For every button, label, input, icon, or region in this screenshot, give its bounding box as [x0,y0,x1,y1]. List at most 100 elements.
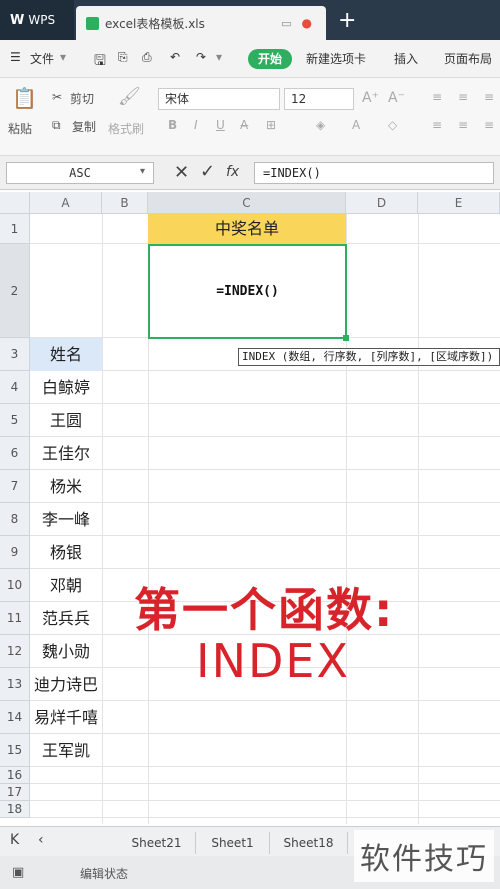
copy-icon[interactable]: ⧉ [52,118,61,133]
print-icon[interactable]: ⎙ [142,50,152,65]
sheet-tab[interactable]: Sheet18 [270,832,348,854]
document-tab-label: excel表格模板.xls [105,16,205,31]
paste-icon[interactable]: 📋 [12,86,37,110]
name-cell[interactable]: 易烊千嘻 [30,701,102,734]
macro-icon[interactable]: ▣ [12,865,24,880]
font-grow-icon[interactable]: A⁺ [362,90,379,106]
font-color-icon[interactable]: A [352,118,360,132]
export-icon[interactable]: ⎘ [118,50,128,65]
row-header-1[interactable]: 1 [0,214,30,244]
insert-function-icon[interactable]: fx [226,164,239,180]
font-size-select[interactable]: 12 [284,88,354,110]
fill-color-icon[interactable]: ◈ [316,118,325,132]
formula-input[interactable]: =INDEX() [254,162,494,184]
align-top-icon[interactable]: ≡ [432,90,442,104]
undo-icon[interactable]: ↶ [170,50,180,64]
row-header-3[interactable]: 3 [0,338,30,371]
name-cell[interactable]: 王军凯 [30,734,102,767]
column-header-a[interactable]: A [30,192,102,214]
row-header-7[interactable]: 7 [0,470,30,503]
row-header-16[interactable]: 16 [0,767,30,784]
name-cell[interactable]: 李一峰 [30,503,102,536]
chevron-down-icon[interactable]: ▾ [60,50,66,64]
name-cell[interactable]: 邓朝 [30,569,102,602]
name-cell[interactable]: 魏小勋 [30,635,102,668]
align-middle-icon[interactable]: ≡ [458,90,468,104]
name-box[interactable]: ASC [6,162,154,184]
cell-c2-active[interactable]: =INDEX() [148,244,347,339]
row-header-9[interactable]: 9 [0,536,30,569]
strikethrough-icon[interactable]: A̶ [240,118,248,132]
sheet-tab[interactable]: Sheet1 [196,832,270,854]
italic-icon[interactable]: I [194,118,198,132]
menu-start[interactable]: 开始 [248,49,292,69]
menu-file[interactable]: 文件 [30,50,54,67]
name-cell[interactable]: 白鲸婷 [30,371,102,404]
font-name-select[interactable]: 宋体 [158,88,280,110]
align-left-icon[interactable]: ≡ [432,118,442,132]
select-all-corner[interactable] [0,192,30,214]
name-cell[interactable]: 杨银 [30,536,102,569]
paste-button[interactable]: 粘贴 [8,120,32,137]
format-painter-icon[interactable]: 🖌 [118,86,141,107]
menu-new-tab[interactable]: 新建选项卡 [306,50,366,67]
chevron-down-icon[interactable]: ▾ [140,166,145,177]
align-bottom-icon[interactable]: ≡ [484,90,494,104]
clear-format-icon[interactable]: ◇ [388,118,397,132]
border-icon[interactable]: ⊞ [266,118,276,132]
first-sheet-icon[interactable]: K [10,832,19,848]
name-cell[interactable]: 杨米 [30,470,102,503]
cell-a3-header[interactable]: 姓名 [30,338,102,371]
redo-icon[interactable]: ↷ [196,50,206,64]
row-header-8[interactable]: 8 [0,503,30,536]
function-signature-tooltip: INDEX (数组, 行序数, [列序数], [区域序数]) [238,348,500,366]
cut-button[interactable]: 剪切 [70,90,94,107]
hamburger-icon[interactable]: ☰ [10,50,21,64]
name-cell[interactable]: 范兵兵 [30,602,102,635]
row-header-5[interactable]: 5 [0,404,30,437]
menu-insert[interactable]: 插入 [394,50,418,67]
row-header-2[interactable]: 2 [0,244,30,338]
cancel-icon[interactable]: ✕ [174,162,189,183]
spreadsheet-grid[interactable]: A B C D E 1 2 3 4 5 6 7 8 9 10 11 12 13 … [0,192,500,824]
row-header-6[interactable]: 6 [0,437,30,470]
fill-handle[interactable] [343,335,349,341]
row-header-11[interactable]: 11 [0,602,30,635]
menu-page-layout[interactable]: 页面布局 [444,50,492,67]
row-header-14[interactable]: 14 [0,701,30,734]
column-header-d[interactable]: D [346,192,418,214]
prev-sheet-icon[interactable]: ‹ [38,832,44,848]
format-painter-button[interactable]: 格式刷 [108,120,144,137]
row-header-17[interactable]: 17 [0,784,30,801]
bold-icon[interactable]: B [168,118,177,132]
row-header-13[interactable]: 13 [0,668,30,701]
row-header-10[interactable]: 10 [0,569,30,602]
close-tab-icon[interactable]: ● [302,16,312,30]
row-header-15[interactable]: 15 [0,734,30,767]
name-cell[interactable]: 王圆 [30,404,102,437]
copy-button[interactable]: 复制 [72,118,96,135]
save-icon[interactable]: 🖫 [94,50,106,74]
confirm-icon[interactable]: ✓ [200,161,215,182]
cell-c1-title[interactable]: 中奖名单 [148,214,346,244]
row-header-12[interactable]: 12 [0,635,30,668]
sheet-tab[interactable]: Sheet21 [118,832,196,854]
cut-icon[interactable]: ✂ [52,90,62,104]
row-header-4[interactable]: 4 [0,371,30,404]
name-cell[interactable]: 王佳尔 [30,437,102,470]
window-icon[interactable]: ▭ [281,17,291,30]
document-tab[interactable]: excel表格模板.xls ▭ ● [76,6,326,40]
align-right-icon[interactable]: ≡ [484,118,494,132]
column-header-e[interactable]: E [418,192,500,214]
column-header-b[interactable]: B [102,192,148,214]
menu-bar: ☰ 文件 ▾ 🖫 ⎘ ⎙ ↶ ↷ ▾ 开始 新建选项卡 插入 页面布局 [0,40,500,78]
row-header-18[interactable]: 18 [0,801,30,818]
align-center-icon[interactable]: ≡ [458,118,468,132]
wps-home-tab[interactable]: W WPS [0,0,74,40]
column-header-c[interactable]: C [148,192,346,214]
name-cell[interactable]: 迪力诗巴 [30,668,102,701]
new-tab-icon[interactable]: + [338,8,356,33]
more-icon[interactable]: ▾ [216,50,222,64]
underline-icon[interactable]: U [216,118,225,132]
font-shrink-icon[interactable]: A⁻ [388,90,405,106]
